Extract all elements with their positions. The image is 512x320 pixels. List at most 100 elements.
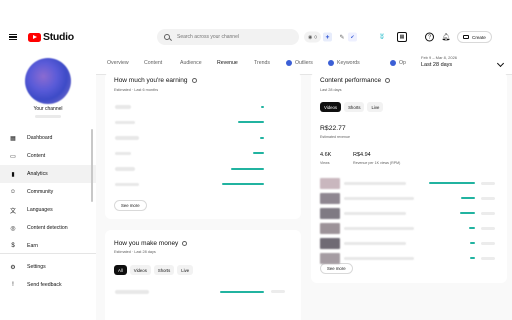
video-title[interactable] [344,241,406,245]
extension-icon[interactable]: ʬ [377,32,387,42]
estimated-revenue-value: R$22.77 [320,125,346,132]
performance-see-more-button[interactable]: See more [320,263,353,274]
info-icon[interactable] [182,241,188,246]
sidebar-nav: ▦ Dashboard ▭ Content ▮ Analytics ☺ Community 文 L… [0,129,96,255]
sidebar-item-dashboard[interactable]: ▦ Dashboard [0,129,96,147]
tab-label: Audience [180,60,202,66]
top-bar: Studio ◉ 0 ✚ ✎ ✔ ʬ ▦ ? 🔔︎ Create [0,0,512,51]
tab-outliers-icon [286,60,292,66]
views-counter[interactable]: ◉ 0 [304,31,321,43]
video-title[interactable] [344,226,414,230]
tab-label: Keywords [337,60,360,66]
sidebar-item-content[interactable]: ▭ Content [0,147,96,165]
sidebar-item-label: Dashboard [27,135,53,141]
performance-card-title: Content performance [320,77,391,84]
tab-label: Revenue [217,60,238,66]
earning-bar [261,105,264,108]
channel-avatar[interactable] [25,58,71,104]
sidebar-scrollbar[interactable] [91,129,93,202]
video-revenue-value [481,241,495,245]
gear-icon: ⚙ [10,264,16,271]
earning-row-label [115,136,139,140]
sidebar-item-label: Community [27,189,54,195]
chip-videos[interactable]: Videos [320,102,342,112]
video-thumbnail[interactable] [320,253,340,264]
views-label: Views [320,161,330,165]
video-thumbnail[interactable] [320,238,340,249]
sidebar-item-send-feedback[interactable]: ! Send feedback [0,276,96,294]
money-title-text: How you make money [114,240,179,247]
channel-name: Your channel [33,106,63,112]
rpm-label: Revenue per 1K views (RPM) [353,161,401,165]
sidebar-item-label: Content detection [27,225,68,231]
dashboard-icon: ▦ [10,135,16,142]
menu-icon[interactable] [9,32,19,42]
content-performance-card: Content performance Last 28 days Videos S… [311,72,507,283]
video-thumbnail[interactable] [320,178,340,189]
chip-live[interactable]: Live [367,102,384,112]
search-box[interactable] [157,29,299,45]
earning-see-more-button[interactable]: See more [114,200,147,211]
help-icon[interactable]: ? [425,32,434,42]
video-title[interactable] [344,181,406,185]
search-input[interactable] [177,34,297,40]
chip-shorts[interactable]: Shorts [344,102,365,112]
earn-icon: $ [11,243,15,249]
marketplace-icon[interactable]: ▦ [397,32,407,42]
earning-bar [221,183,264,186]
info-icon[interactable] [191,78,197,83]
sidebar-item-community[interactable]: ☺ Community [0,183,96,201]
checklist-icon[interactable]: ✔ [348,32,357,42]
earning-row-label [115,105,131,109]
chip-all[interactable]: All [114,265,127,275]
money-card: How you make money Estimated · Last 28 d… [105,230,301,320]
edit-icon[interactable]: ✎ [337,32,347,42]
earning-row-label [115,151,131,155]
video-revenue-bar [461,197,475,200]
tab-label: Outliers [295,60,313,66]
tab-label: Content [144,60,163,66]
sidebar-item-settings[interactable]: ⚙ Settings [0,258,96,276]
date-range-label: Last 28 days [421,62,453,68]
notifications-icon[interactable]: 🔔︎ [441,32,451,42]
video-revenue-value [481,256,495,260]
create-button[interactable]: Create [457,31,492,43]
tab-keywords-icon [328,60,334,66]
tab-label: Op [399,60,406,66]
sidebar-item-content-detection[interactable]: ◎ Content detection [0,219,96,237]
video-revenue-bar [429,182,475,185]
chip-live[interactable]: Live [177,265,194,275]
earning-bar [231,167,264,170]
chip-videos[interactable]: Videos [129,265,151,275]
date-range-picker[interactable]: Feb 9 – Mar 8, 2026 Last 28 days [421,55,457,68]
search-icon [164,34,170,40]
video-thumbnail[interactable] [320,208,340,219]
video-revenue-bar [470,257,475,260]
chip-shorts[interactable]: Shorts [153,265,175,275]
logo-text: Studio [43,31,74,43]
video-thumbnail[interactable] [320,223,340,234]
sidebar-item-label: Send feedback [27,282,62,288]
sidebar-bottom-nav: ⚙ Settings ! Send feedback [0,258,96,294]
sidebar-item-analytics[interactable]: ▮ Analytics [0,165,96,183]
video-title[interactable] [344,196,414,200]
date-range-text: Feb 9 – Mar 8, 2026 [421,55,458,60]
info-icon[interactable] [385,78,391,83]
performance-filter-chips: Videos Shorts Live [320,102,384,112]
earning-row-label [115,167,135,171]
sidebar-item-label: Settings [27,264,46,270]
chevron-down-icon[interactable] [496,59,505,68]
eye-icon: ◉ [308,34,313,40]
video-title[interactable] [344,211,406,215]
earning-card: How much you're earning Estimated · Last… [105,72,301,219]
create-label: Create [472,34,486,40]
subscribers-icon[interactable]: ✚ [323,32,332,42]
studio-analytics-page: Studio ◉ 0 ✚ ✎ ✔ ʬ ▦ ? 🔔︎ Create Your ch… [0,0,512,320]
sidebar-item-languages[interactable]: 文 Languages [0,201,96,219]
studio-logo[interactable]: Studio [28,31,74,43]
video-title[interactable] [344,256,414,260]
video-thumbnail[interactable] [320,193,340,204]
estimated-revenue-label: Estimated revenue [320,135,350,139]
youtube-logo-icon [28,32,41,42]
money-filter-chips: All Videos Shorts Live [114,265,194,275]
